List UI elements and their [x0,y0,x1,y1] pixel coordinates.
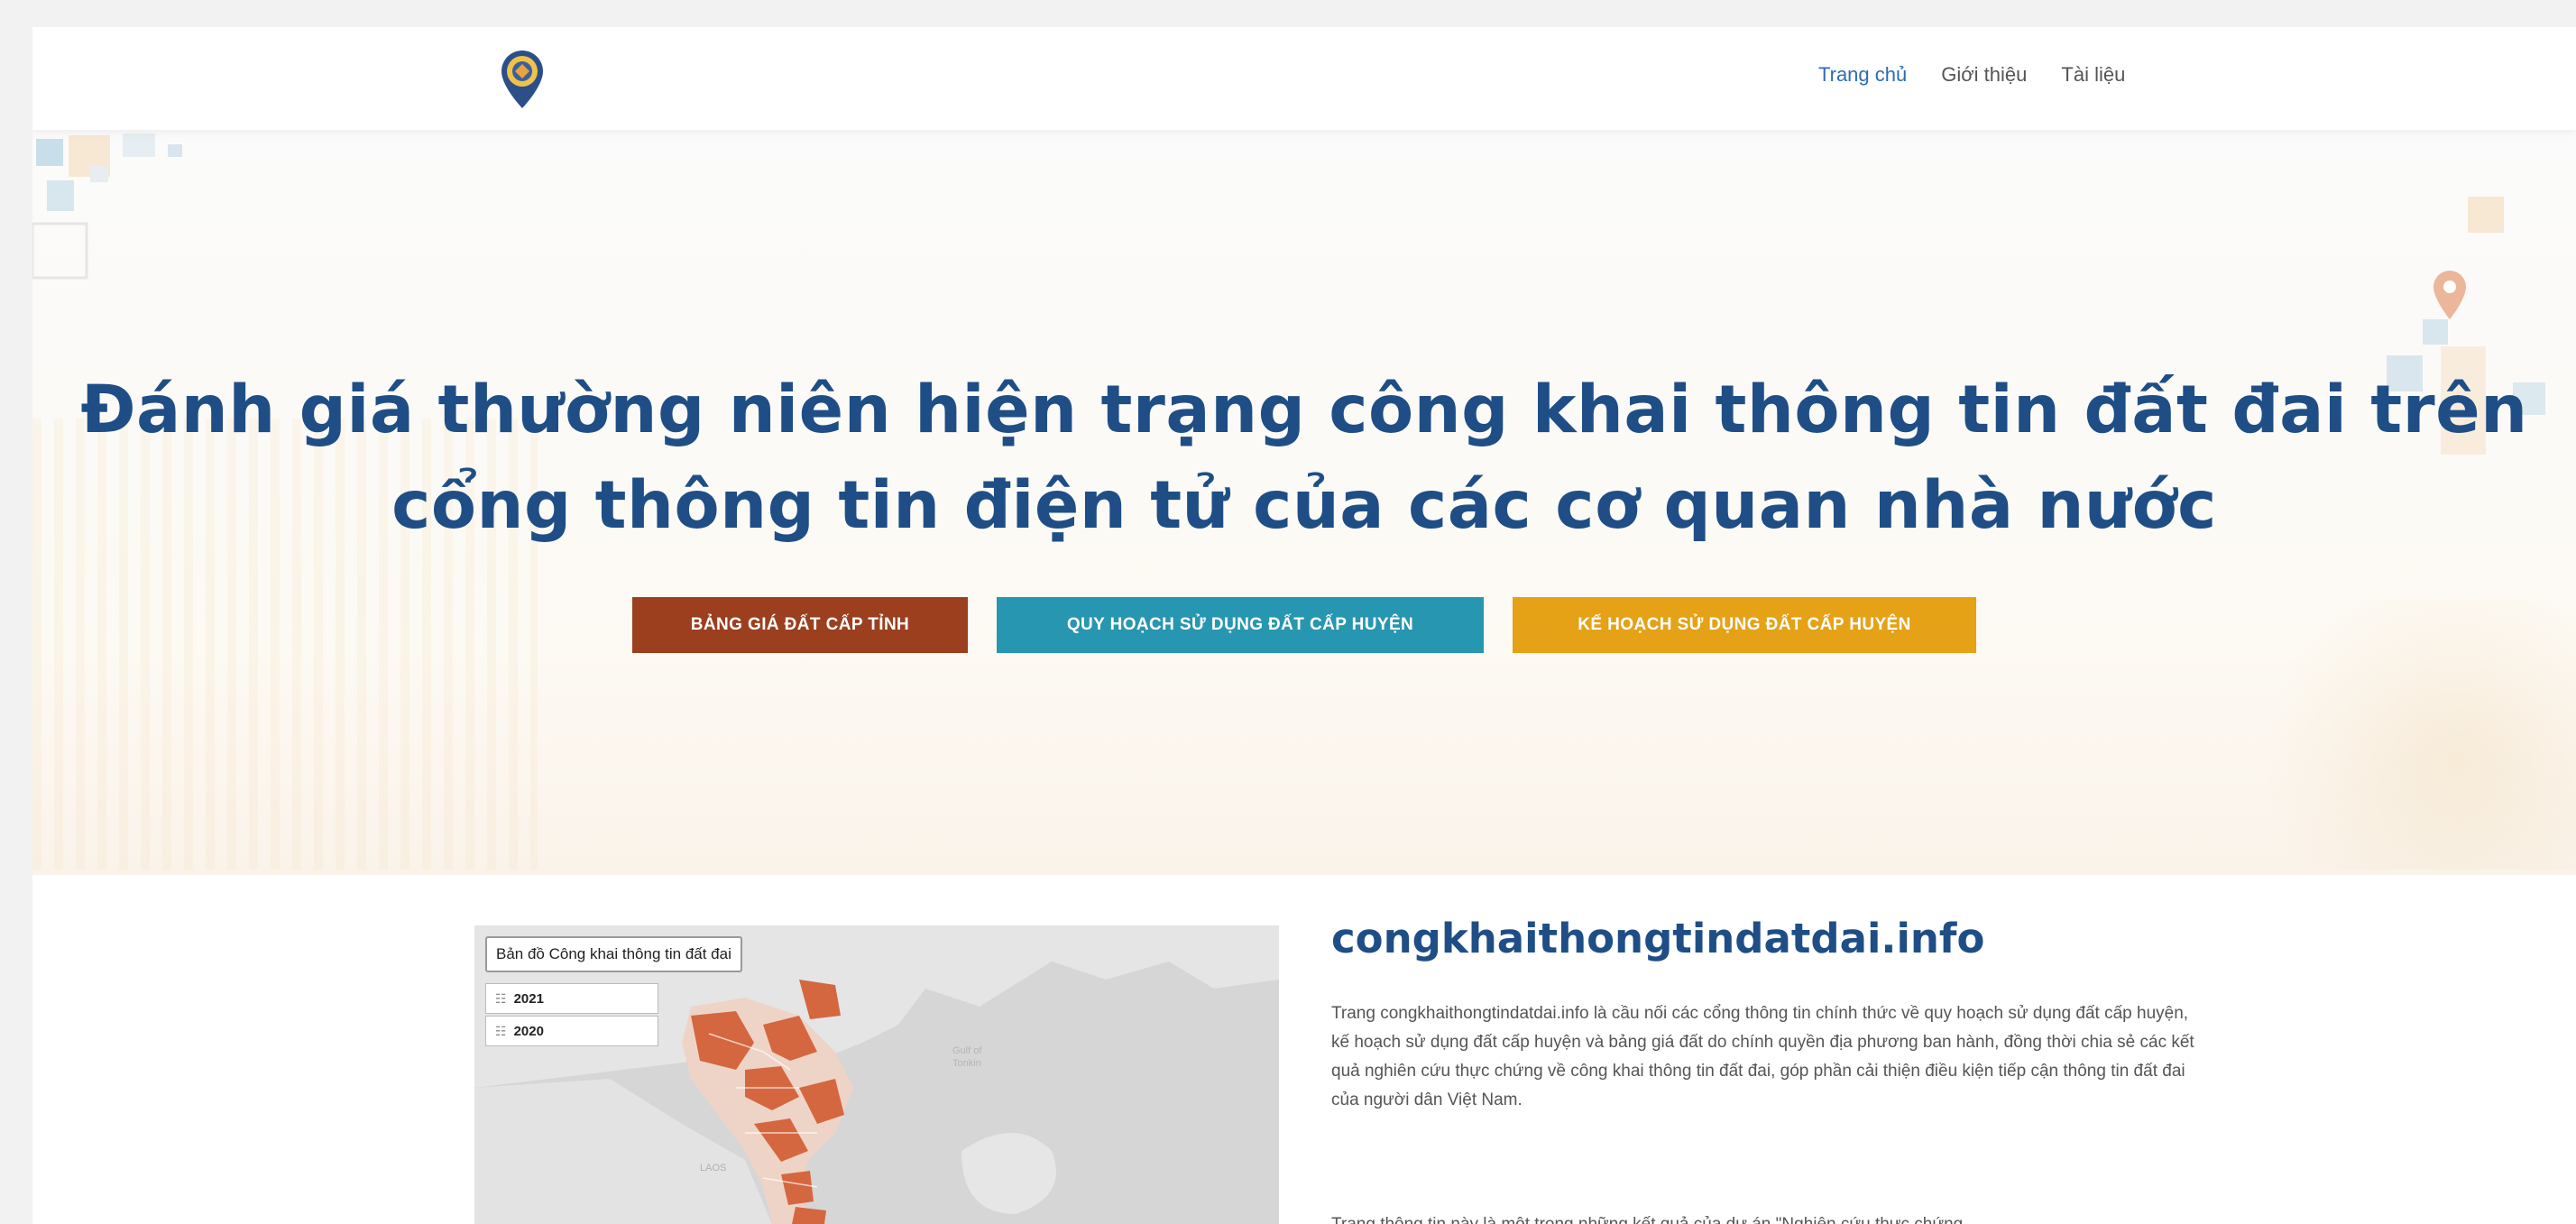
map-title: Bản đồ Công khai thông tin đất đai [485,936,742,972]
land-price-button[interactable]: BẢNG GIÁ ĐẤT CẤP TỈNH [632,597,968,653]
land-use-schedule-button[interactable]: KẾ HOẠCH SỬ DỤNG ĐẤT CẤP HUYỆN [1513,597,1976,653]
hero-title: Đánh giá thường niên hiện trạng công kha… [32,363,2576,554]
layers-icon: ☷ [495,990,507,1006]
intro-paragraph: Trang congkhaithongtindatdai.info là cầu… [1331,1004,2194,1109]
project-paragraph: Trang thông tin này là một trong những k… [1331,1210,2197,1224]
land-use-plan-button[interactable]: QUY HOẠCH SỬ DỤNG ĐẤT CẤP HUYỆN [997,597,1484,653]
svg-text:LAOS: LAOS [700,1163,726,1173]
map-layer-label: 2021 [513,990,544,1007]
layers-icon: ☷ [495,1023,507,1038]
site-title: congkhaithongtindatdai.info [1331,915,1985,962]
main-nav: Trang chủ Giới thiệu Tài liệu [1818,63,2125,87]
site-header: Trang chủ Giới thiệu Tài liệu [32,27,2576,130]
svg-text:Tonkin: Tonkin [952,1058,981,1069]
site-logo[interactable] [496,47,548,110]
map-layer-label: 2020 [513,1023,544,1039]
nav-home[interactable]: Trang chủ [1818,63,1907,87]
hero-section: Đánh giá thường niên hiện trạng công kha… [32,130,2576,875]
page: Trang chủ Giới thiệu Tài liệu Đánh giá t… [32,27,2576,1224]
hero-buttons: BẢNG GIÁ ĐẤT CẤP TỈNH QUY HOẠCH SỬ DỤNG … [32,597,2576,653]
nav-about[interactable]: Giới thiệu [1941,63,2027,87]
hero-title-line1: Đánh giá thường niên hiện trạng công kha… [80,372,2528,448]
nav-documents[interactable]: Tài liệu [2061,63,2125,87]
map-layer-2021[interactable]: ☷ 2021 [485,983,658,1014]
decorative-squares-left [32,130,339,364]
svg-text:Gulf of: Gulf of [952,1045,982,1056]
land-info-map[interactable]: Gulf of Tonkin LAOS Bản đồ Công khai thô… [474,925,1279,1224]
hero-title-line2: cổng thông tin điện tử của các cơ quan n… [391,467,2217,544]
map-layer-2020[interactable]: ☷ 2020 [485,1016,658,1046]
